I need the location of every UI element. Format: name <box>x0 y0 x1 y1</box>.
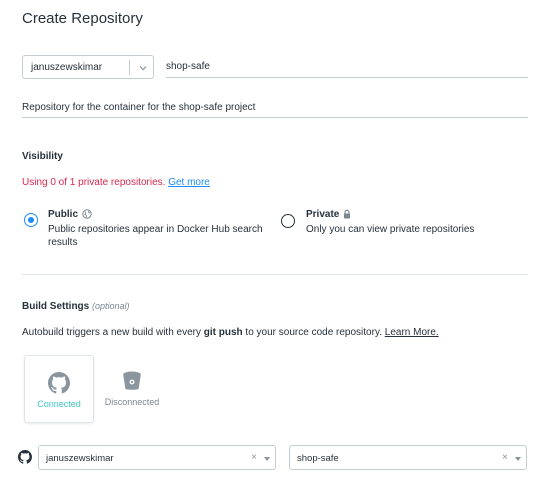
private-description: Only you can view private repositories <box>306 224 475 235</box>
learn-more-link[interactable]: Learn More. <box>385 327 439 338</box>
github-icon <box>48 372 70 394</box>
select-separator <box>129 60 130 75</box>
visibility-option-private[interactable]: Private Only you can view private reposi… <box>281 209 511 243</box>
namespace-value: januszewskimar <box>31 62 103 73</box>
provider-github[interactable]: Connected <box>24 355 94 423</box>
public-label: Public <box>48 209 79 220</box>
visibility-option-public[interactable]: Public Public repositories appear in Doc… <box>24 209 274 253</box>
autobuild-text-pre: Autobuild triggers a new build with ever… <box>22 327 204 338</box>
public-radio[interactable] <box>24 213 38 227</box>
bitbucket-status: Disconnected <box>104 397 160 407</box>
github-icon <box>18 450 32 464</box>
description-field[interactable]: Repository for the container for the sho… <box>22 96 528 118</box>
repository-name-field[interactable]: shop-safe <box>166 56 528 78</box>
description-value: Repository for the container for the sho… <box>22 102 256 113</box>
bitbucket-icon <box>123 371 141 390</box>
github-repository-select[interactable]: shop-safe × <box>289 445 527 470</box>
organization-value: januszewskimar <box>46 453 114 464</box>
public-description: Public repositories appear in Docker Hub… <box>48 224 263 248</box>
clear-repository-icon[interactable]: × <box>502 452 508 463</box>
source-repository-value: shop-safe <box>297 453 339 464</box>
chevron-down-icon[interactable] <box>264 457 270 461</box>
github-organization-select[interactable]: januszewskimar × <box>38 445 276 470</box>
chevron-down-icon <box>139 66 147 71</box>
lock-icon <box>344 209 350 219</box>
autobuild-text-post: to your source code repository. <box>242 327 382 338</box>
visibility-heading: Visibility <box>22 151 63 162</box>
chevron-down-icon[interactable] <box>515 457 521 461</box>
private-repos-note: Using 0 of 1 private repositories. Get m… <box>22 177 210 188</box>
page-title: Create Repository <box>22 10 143 27</box>
build-settings-title: Build Settings <box>22 301 90 312</box>
clear-organization-icon[interactable]: × <box>251 452 257 463</box>
globe-icon <box>82 209 92 219</box>
optional-tag: (optional) <box>92 301 130 311</box>
build-settings-heading: Build Settings (optional) <box>22 301 130 312</box>
private-radio[interactable] <box>281 214 295 228</box>
private-label: Private <box>306 209 340 220</box>
repository-name-value: shop-safe <box>166 61 210 72</box>
autobuild-git-push: git push <box>203 327 243 338</box>
namespace-select[interactable]: januszewskimar <box>22 55 154 79</box>
get-more-link[interactable]: Get more <box>168 177 210 188</box>
section-divider <box>22 274 528 275</box>
provider-bitbucket[interactable]: Disconnected <box>97 355 167 423</box>
autobuild-description: Autobuild triggers a new build with ever… <box>22 327 439 338</box>
private-repos-text: Using 0 of 1 private repositories. <box>22 177 166 188</box>
github-status: Connected <box>37 399 81 409</box>
